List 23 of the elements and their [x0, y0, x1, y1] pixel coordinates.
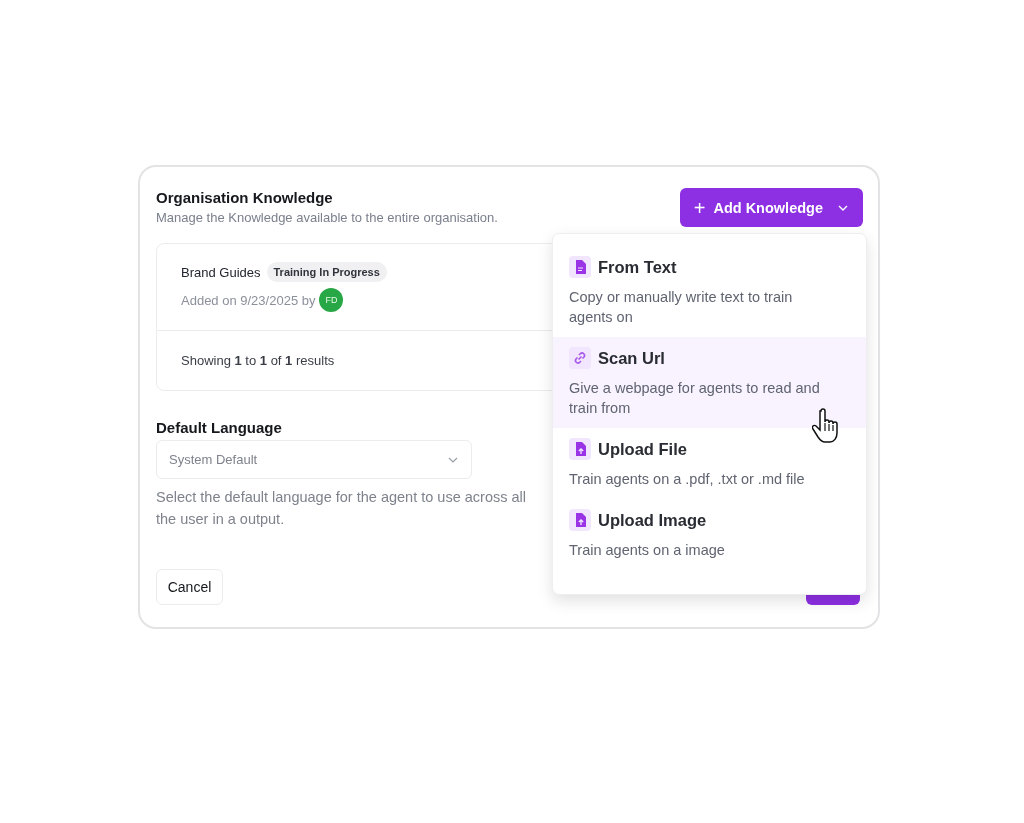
- link-icon: [569, 347, 591, 369]
- help-text: Select the default language for the agent to use across all: [156, 489, 526, 505]
- menu-item[interactable]: Upload File Train agents on a .pdf, .txt or .md file: [553, 428, 866, 499]
- pagination-summary: Showing 1 to 1 of 1 results: [181, 353, 335, 368]
- file-upload-icon: [569, 509, 591, 531]
- menu-item[interactable]: From Text Copy or manually write text to train agents on: [553, 246, 866, 337]
- add-knowledge-button[interactable]: + Add Knowledge: [679, 188, 863, 227]
- knowledge-name[interactable]: Brand Guides: [181, 264, 261, 280]
- menu-item[interactable]: Scan Url Give a webpage for agents to read and train from: [553, 337, 866, 428]
- avatar: FD: [319, 288, 344, 312]
- section-title: Organisation Knowledge: [156, 189, 334, 206]
- added-date: Added on 9/23/2025 by: [181, 292, 316, 308]
- chevron-down-icon: [447, 455, 459, 464]
- field-label: Default Language: [156, 419, 283, 436]
- cancel-button[interactable]: Cancel: [156, 569, 223, 605]
- language-select[interactable]: System Default: [156, 440, 472, 479]
- help-text: the user in a output.: [156, 511, 285, 527]
- document-icon: [569, 256, 591, 278]
- chevron-down-icon: [837, 203, 849, 212]
- status-badge: Training In Progress: [266, 262, 387, 282]
- file-upload-icon: [569, 438, 591, 460]
- menu-item[interactable]: Upload Image Train agents on a image: [553, 499, 866, 570]
- section-subtitle: Manage the Knowledge available to the entire organisation.: [156, 210, 498, 225]
